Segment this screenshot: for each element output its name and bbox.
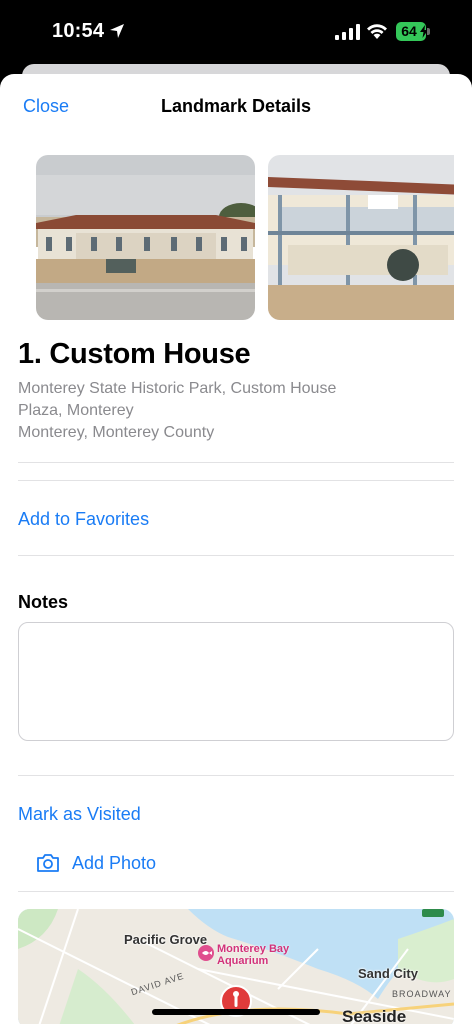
landmark-name: 1. Custom House (18, 338, 251, 370)
add-to-favorites-button[interactable]: Add to Favorites (18, 509, 149, 530)
battery-indicator: 64 (396, 22, 432, 42)
cellular-signal-icon (335, 24, 360, 40)
location-map[interactable]: Pacific Grove Monterey Bay Aquarium DAVI… (18, 909, 454, 1024)
landmark-photo[interactable] (268, 155, 454, 320)
divider (18, 775, 454, 776)
close-button[interactable]: Close (23, 96, 69, 117)
map-label-aquarium: Monterey Bay Aquarium (217, 943, 290, 967)
map-label-sand-city: Sand City (358, 966, 418, 981)
divider (18, 480, 454, 481)
aquarium-poi-icon (198, 945, 214, 961)
camera-icon (37, 854, 59, 872)
map-label-seaside: Seaside (342, 1007, 407, 1024)
page-title: Landmark Details (160, 96, 312, 116)
landmark-photo[interactable] (36, 155, 255, 320)
landmark-details-sheet: Landmark Details Close 1. Custom House M… (0, 74, 472, 1024)
wifi-icon (367, 24, 387, 39)
notes-field[interactable] (18, 622, 454, 741)
add-photo-button[interactable]: Add Photo (36, 851, 156, 875)
landmark-region: Monterey, Monterey County (18, 424, 215, 441)
add-photo-label: Add Photo (72, 852, 157, 873)
map-label-pacific-grove: Pacific Grove (124, 932, 208, 947)
divider (18, 462, 454, 463)
mark-as-visited-button[interactable]: Mark as Visited (18, 804, 141, 825)
photo-carousel[interactable] (36, 155, 454, 320)
status-bar: 10:54 64 (0, 0, 472, 64)
divider (18, 891, 454, 892)
divider (18, 555, 454, 556)
location-pin-icon[interactable] (220, 985, 252, 1024)
notes-label: Notes (18, 592, 69, 612)
home-indicator[interactable] (152, 1009, 320, 1015)
battery-cap (427, 28, 430, 35)
map-road-broadway: BROADWAY (392, 989, 452, 999)
status-time: 10:54 (52, 20, 105, 42)
location-arrow-icon (110, 24, 124, 38)
landmark-address: Monterey State Historic Park, Custom Hou… (18, 380, 337, 419)
